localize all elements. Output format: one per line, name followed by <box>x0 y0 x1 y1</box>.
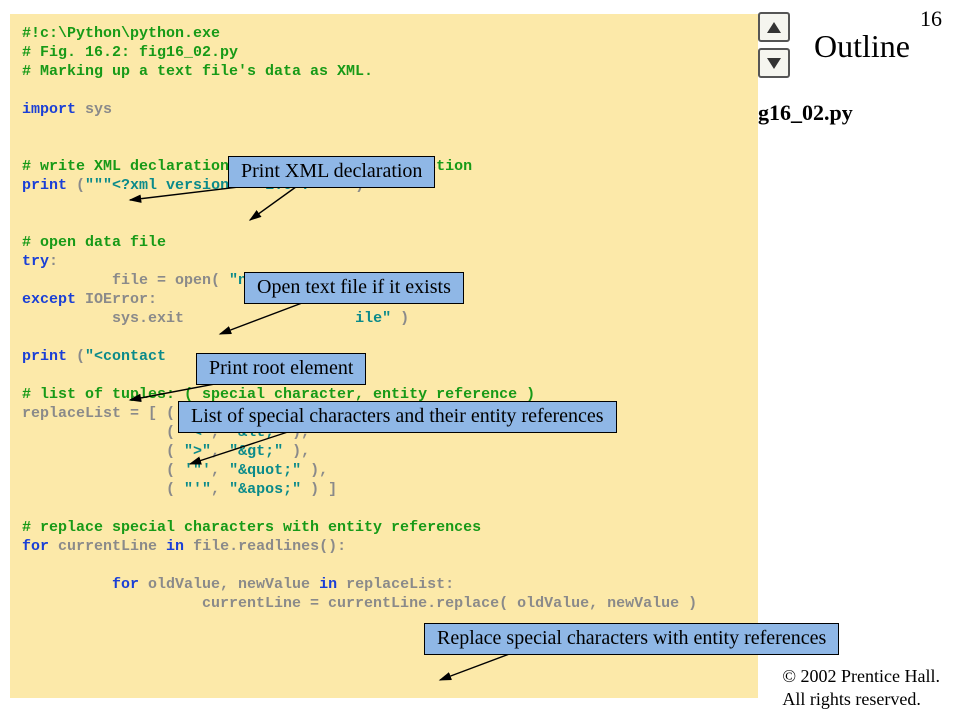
callout-open-file: Open text file if it exists <box>244 272 464 304</box>
page-number: 16 <box>920 6 942 32</box>
callout-replace-chars: Replace special characters with entity r… <box>424 623 839 655</box>
code-text: ) ] <box>301 481 337 498</box>
code-str: "&quot;" <box>229 462 301 479</box>
triangle-up-icon <box>767 22 781 33</box>
code-line: # Fig. 16.2: fig16_02.py <box>22 44 238 61</box>
code-text <box>22 576 112 593</box>
code-text: IOError: <box>76 291 157 308</box>
code-text: ( <box>67 348 85 365</box>
code-kw: try <box>22 253 49 270</box>
code-kw: in <box>319 576 337 593</box>
code-kw: print <box>22 177 67 194</box>
code-text: , <box>211 462 229 479</box>
code-line: # open data file <box>22 234 166 251</box>
nav-down-button[interactable] <box>758 48 790 78</box>
code-str: "&gt;" <box>229 443 283 460</box>
code-text: file = open( <box>22 272 229 289</box>
code-kw: in <box>166 538 184 555</box>
code-text: ( <box>22 424 184 441</box>
code-text: replaceList = [ ( <box>22 405 184 422</box>
code-text: sys.exit <box>22 310 184 327</box>
code-kw: for <box>22 538 49 555</box>
code-text: currentLine <box>49 538 166 555</box>
filename-label: g16_02.py <box>758 100 853 126</box>
code-text: oldValue, newValue <box>139 576 319 593</box>
callout-special-chars-list: List of special characters and their ent… <box>178 401 617 433</box>
code-kw: for <box>112 576 139 593</box>
code-str: ">" <box>184 443 211 460</box>
code-kw: import <box>22 101 76 118</box>
code-text: sys <box>76 101 112 118</box>
code-str: ile" <box>355 310 391 327</box>
copyright-line: © 2002 Prentice Hall. <box>782 665 940 688</box>
callout-root-element: Print root element <box>196 353 366 385</box>
copyright-line: All rights reserved. <box>782 688 940 711</box>
copyright-block: © 2002 Prentice Hall. All rights reserve… <box>782 665 940 710</box>
code-text: ( <box>67 177 85 194</box>
code-kw: print <box>22 348 67 365</box>
code-line: # replace special characters with entity… <box>22 519 481 536</box>
code-text: : <box>49 253 58 270</box>
nav-up-button[interactable] <box>758 12 790 42</box>
triangle-down-icon <box>767 58 781 69</box>
code-text: replaceList: <box>337 576 454 593</box>
code-text: , <box>211 443 229 460</box>
code-kw: except <box>22 291 76 308</box>
code-str: '"' <box>184 462 211 479</box>
code-text: ( <box>22 443 184 460</box>
code-text: ), <box>283 443 310 460</box>
code-text: ( <box>22 481 184 498</box>
code-listing: #!c:\Python\python.exe # Fig. 16.2: fig1… <box>10 14 758 698</box>
code-str: "'" <box>184 481 211 498</box>
code-str: "<contact <box>85 348 166 365</box>
code-str: """ <box>85 177 112 194</box>
callout-xml-declaration: Print XML declaration <box>228 156 435 188</box>
code-line: # Marking up a text file's data as XML. <box>22 63 373 80</box>
code-text: ) <box>391 310 409 327</box>
code-str: "&apos;" <box>229 481 301 498</box>
code-text: file.readlines(): <box>184 538 346 555</box>
outline-heading: Outline <box>814 28 910 65</box>
code-text: ( <box>22 462 184 479</box>
code-text: , <box>211 481 229 498</box>
code-text: ), <box>301 462 328 479</box>
code-line: #!c:\Python\python.exe <box>22 25 220 42</box>
code-text: currentLine = currentLine.replace( oldVa… <box>22 595 697 612</box>
